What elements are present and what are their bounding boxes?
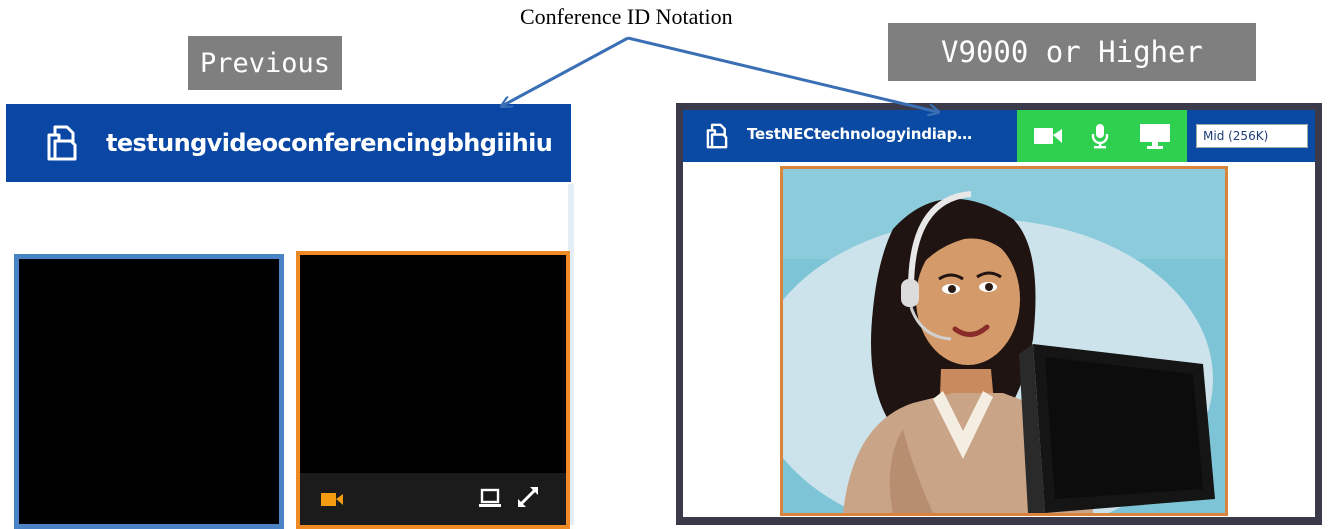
video-tile-toolbar — [300, 473, 566, 525]
previous-conference-header: testungvideoconferencingbhgiihiu — [6, 104, 571, 182]
new-conference-header: TestNECtechnologyindiap… Mid (256K) — [683, 110, 1315, 162]
conference-id: TestNECtechnologyindiap… — [747, 125, 972, 143]
annotation-title: Conference ID Notation — [520, 4, 733, 29]
new-conference-panel: TestNECtechnologyindiap… Mid (256K) — [676, 103, 1322, 525]
video-camera-icon[interactable] — [1033, 123, 1063, 149]
remote-video-frame[interactable] — [780, 166, 1228, 516]
microphone-icon[interactable] — [1089, 123, 1111, 149]
conference-icon — [706, 123, 728, 149]
participant-video-image — [783, 169, 1225, 513]
monitor-icon[interactable] — [1139, 123, 1171, 149]
screen-share-icon[interactable] — [478, 487, 502, 509]
media-controls — [1017, 110, 1187, 162]
conference-icon — [47, 125, 77, 161]
participant-video-tile[interactable] — [14, 254, 284, 529]
new-version-label: V9000 or Higher — [888, 23, 1256, 81]
bandwidth-select[interactable]: Mid (256K) — [1196, 124, 1308, 148]
previous-version-label: Previous — [188, 36, 342, 90]
expand-icon[interactable] — [517, 486, 539, 508]
arrow-to-previous — [502, 36, 629, 106]
conference-id: testungvideoconferencingbhgiihiu — [106, 129, 553, 157]
self-video-tile[interactable] — [296, 251, 570, 529]
previous-conference-panel: testungvideoconferencingbhgiihiu — [6, 104, 574, 529]
camera-icon[interactable] — [320, 489, 344, 509]
